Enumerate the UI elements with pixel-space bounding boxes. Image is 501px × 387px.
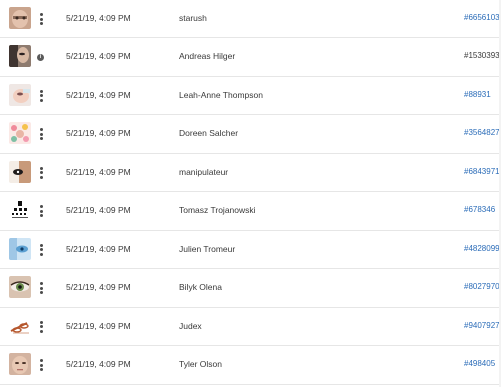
row-author: manipulateur [179,166,229,177]
more-options-button[interactable] [37,10,45,28]
row-date: 5/21/19, 4:09 PM [66,166,131,177]
blue-eye-scan-icon[interactable] [9,237,31,260]
list-item[interactable]: 5/21/19, 4:09 PM Julien Tromeur #4828099 [0,231,501,269]
green-eye-icon[interactable] [9,276,31,298]
row-author: Julien Tromeur [179,243,236,254]
row-author: Bilyk Olena [179,282,222,292]
row-date: 5/21/19, 4:09 PM [66,13,131,23]
eye-chart-icon[interactable] [9,199,31,221]
eye-profile-icon[interactable] [9,160,31,183]
row-id-link[interactable]: #678346 [464,205,495,214]
row-author: Tomasz Trojanowski [179,205,256,215]
list-item[interactable]: 5/21/19, 4:09 PM Leah-Anne Thompson #889… [0,77,501,115]
list-item[interactable]: 5/21/19, 4:09 PM Tomasz Trojanowski #678… [0,192,501,231]
row-author: Leah-Anne Thompson [179,89,263,100]
row-date: 5/21/19, 4:09 PM [66,282,131,292]
row-id-link[interactable]: #498405 [464,359,495,368]
row-id-link[interactable]: #88931 [464,90,491,99]
more-options-button[interactable] [37,279,45,297]
flowers-icon[interactable] [9,122,31,144]
row-date: 5/21/19, 4:09 PM [66,128,131,138]
row-date: 5/21/19, 4:09 PM [66,243,131,254]
portrait-icon[interactable] [9,45,31,67]
list-item[interactable]: 5/21/19, 4:09 PM Doreen Salcher #3564827 [0,115,501,154]
row-date: 5/21/19, 4:09 PM [66,51,131,61]
row-date: 5/21/19, 4:09 PM [66,205,131,215]
face-closeup-icon[interactable] [9,7,31,29]
row-id-link[interactable]: #3564827 [464,128,500,137]
row-id-link[interactable]: #6843971 [464,167,500,176]
row-id: #15303936 [464,51,501,60]
row-date: 5/21/19, 4:09 PM [66,320,131,331]
face-icon[interactable] [9,353,31,375]
more-options-button[interactable] [37,202,45,220]
row-date: 5/21/19, 4:09 PM [66,89,131,100]
row-id-link[interactable]: #9407927 [464,321,500,330]
more-options-button[interactable] [37,356,45,374]
list-item[interactable]: 5/21/19, 4:09 PM starush #6656103 [0,0,501,38]
more-options-button[interactable] [37,241,45,259]
row-id-link[interactable]: #8027970 [464,282,500,291]
more-options-button[interactable] [37,125,45,143]
more-options-button[interactable] [37,87,45,105]
row-author: Doreen Salcher [179,128,239,138]
list-item[interactable]: 5/21/19, 4:09 PM Tyler Olson #498405 [0,346,501,385]
row-author: Judex [179,320,202,331]
results-list: 5/21/19, 4:09 PM starush #6656103 i 5/21… [0,0,501,385]
glasses-icon[interactable] [9,314,31,337]
row-date: 5/21/19, 4:09 PM [66,359,131,369]
row-author: Andreas Hilger [179,51,236,61]
list-item[interactable]: 5/21/19, 4:09 PM manipulateur #6843971 [0,154,501,192]
info-icon[interactable]: i [37,54,44,61]
list-item[interactable]: 5/21/19, 4:09 PM Judex #9407927 [0,308,501,346]
more-options-button[interactable] [37,318,45,336]
row-id-link[interactable]: #4828099 [464,244,500,253]
row-author: starush [179,13,207,23]
face-light-icon[interactable] [9,83,31,106]
row-id-link[interactable]: #6656103 [464,13,500,22]
list-item[interactable]: 5/21/19, 4:09 PM Bilyk Olena #8027970 [0,269,501,308]
more-options-button[interactable] [37,164,45,182]
row-author: Tyler Olson [179,359,222,369]
list-item[interactable]: i 5/21/19, 4:09 PM Andreas Hilger #15303… [0,38,501,77]
